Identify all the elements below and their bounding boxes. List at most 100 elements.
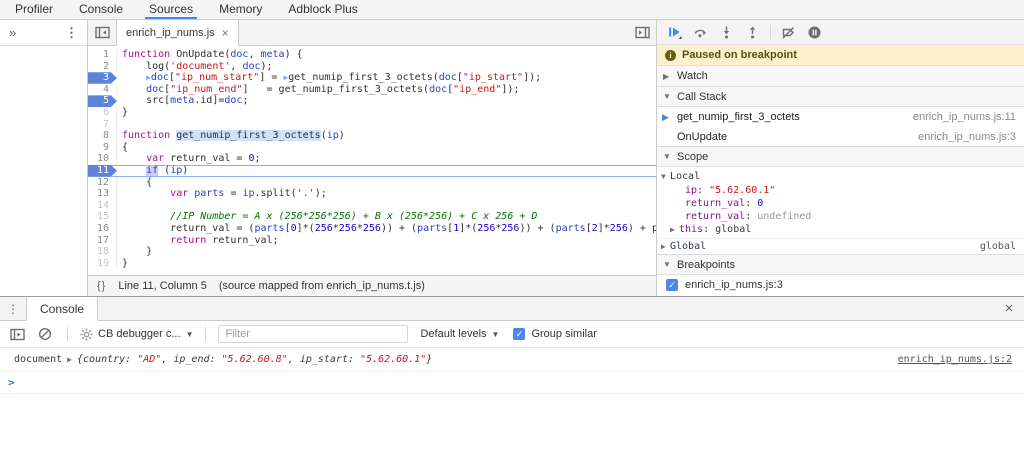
- console-filter-input[interactable]: [218, 325, 409, 343]
- line-number-5[interactable]: 5: [88, 95, 117, 107]
- breakpoint-location: enrich_ip_nums.js:3: [685, 279, 783, 291]
- line-content-14[interactable]: [117, 200, 656, 212]
- file-tab-enrich-ip-nums[interactable]: enrich_ip_nums.js ×: [116, 20, 239, 46]
- line-number-19[interactable]: 19: [88, 257, 117, 270]
- line-content-19[interactable]: }: [117, 258, 656, 270]
- scope-variable[interactable]: return_val: 0: [657, 197, 1024, 210]
- breakpoint-entry[interactable]: ✓ enrich_ip_nums.js:3: [657, 275, 1024, 294]
- more-tabs-icon[interactable]: »: [9, 25, 16, 40]
- sources-panel: » ⋮ enrich_ip_nums.js × 1 function OnUpd…: [0, 20, 1024, 296]
- line-content-12[interactable]: {: [117, 177, 656, 189]
- console-context-selector[interactable]: CB debugger c... ▼: [80, 328, 193, 341]
- line-content-18[interactable]: }: [117, 246, 656, 258]
- line-content-7[interactable]: [117, 119, 656, 131]
- file-tab-label: enrich_ip_nums.js: [126, 26, 215, 39]
- line-number-18[interactable]: 18: [88, 246, 117, 258]
- line-number-17[interactable]: 17: [88, 234, 117, 247]
- breakpoints-section-header[interactable]: ▼ Breakpoints: [657, 254, 1024, 275]
- call-stack-frame[interactable]: ▶ get_numip_first_3_octets enrich_ip_nums.…: [657, 107, 1024, 127]
- line-content-11[interactable]: if (ip): [117, 164, 656, 177]
- log-levels-dropdown[interactable]: Default levels ▼: [420, 328, 499, 340]
- console-drawer-tab[interactable]: Console: [26, 297, 99, 321]
- toggle-debugger-sidebar-button[interactable]: [628, 20, 656, 45]
- line-content-17[interactable]: return return_val;: [117, 235, 656, 247]
- scope-local-group[interactable]: ▼ Local: [657, 169, 1024, 184]
- scope-variable[interactable]: return_val: undefined: [657, 210, 1024, 223]
- clear-console-button[interactable]: [35, 324, 55, 344]
- line-number-12[interactable]: 12: [88, 176, 117, 189]
- line-content-10[interactable]: var return_val = 0;: [117, 153, 656, 165]
- navigator-menu-icon[interactable]: ⋮: [65, 25, 78, 41]
- scope-variable[interactable]: ip: "5.62.60.1": [657, 184, 1024, 197]
- step-over-button[interactable]: [688, 21, 713, 43]
- line-content-6[interactable]: }: [117, 107, 656, 119]
- main-tab-sources[interactable]: Sources: [136, 0, 206, 19]
- object-preview[interactable]: {country: "AD", ip_end: "5.62.60.8", ip_…: [77, 354, 432, 365]
- line-number-13[interactable]: 13: [88, 188, 117, 200]
- collapsed-arrow-icon[interactable]: ▶: [670, 225, 679, 234]
- resume-button[interactable]: [662, 21, 687, 43]
- line-number-6[interactable]: 6: [88, 106, 117, 119]
- deactivate-breakpoints-button[interactable]: [776, 21, 801, 43]
- frame-location[interactable]: enrich_ip_nums.js:3: [918, 131, 1016, 143]
- scope-section-header[interactable]: ▼ Scope: [657, 146, 1024, 167]
- main-tab-console[interactable]: Console: [66, 0, 136, 19]
- navigator-pane: » ⋮: [0, 20, 88, 296]
- line-number-1[interactable]: 1: [88, 49, 117, 61]
- line-number-4[interactable]: 4: [88, 83, 117, 96]
- line-content-2[interactable]: log('document', doc);: [117, 61, 656, 73]
- line-number-8[interactable]: 8: [88, 130, 117, 142]
- line-content-9[interactable]: {: [117, 142, 656, 154]
- toggle-navigator-button[interactable]: [88, 20, 116, 45]
- line-content-15[interactable]: //IP Number = A x (256*256*256) + B x (2…: [117, 211, 656, 223]
- expanded-arrow-icon[interactable]: ▼: [661, 172, 670, 181]
- checked-checkbox-icon[interactable]: ✓: [513, 328, 526, 340]
- line-content-1[interactable]: function OnUpdate(doc, meta) {: [117, 49, 656, 61]
- pause-on-exceptions-button[interactable]: [802, 21, 827, 43]
- line-number-16[interactable]: 16: [88, 222, 117, 235]
- line-number-9[interactable]: 9: [88, 141, 117, 154]
- checked-checkbox-icon[interactable]: ✓: [666, 279, 678, 291]
- console-messages: document ▶ {country: "AD", ip_end: "5.62.6…: [0, 348, 1024, 372]
- line-number-11[interactable]: 11: [88, 165, 117, 177]
- code-area[interactable]: 1 function OnUpdate(doc, meta) {2 log('do…: [88, 46, 656, 275]
- drawer-menu-icon[interactable]: ⋮: [0, 297, 26, 320]
- line-number-3[interactable]: 3: [88, 72, 117, 84]
- line-number-7[interactable]: 7: [88, 118, 117, 131]
- close-drawer-icon[interactable]: ×: [994, 297, 1024, 320]
- code-line-18: 18 }: [88, 246, 656, 258]
- main-tab-adblock-plus[interactable]: Adblock Plus: [275, 0, 370, 19]
- line-content-16[interactable]: return_val = (parts[0]*(256*256*256)) + …: [117, 223, 656, 235]
- line-content-13[interactable]: var parts = ip.split('.');: [117, 188, 656, 200]
- step-into-button[interactable]: [714, 21, 739, 43]
- main-tab-profiler[interactable]: Profiler: [2, 0, 66, 19]
- frame-location[interactable]: enrich_ip_nums.js:11: [913, 111, 1016, 123]
- toolbar-separator: [770, 25, 771, 39]
- line-number-10[interactable]: 10: [88, 153, 117, 165]
- expand-object-icon[interactable]: ▶: [67, 355, 72, 364]
- scope-variable[interactable]: ▶ this: global: [657, 223, 1024, 236]
- close-tab-icon[interactable]: ×: [222, 26, 229, 40]
- message-content: document ▶ {country: "AD", ip_end: "5.62.6…: [14, 354, 898, 365]
- console-prompt-row[interactable]: >: [0, 372, 1024, 394]
- line-number-14[interactable]: 14: [88, 199, 117, 212]
- line-content-5[interactable]: src[meta.id]=doc;: [117, 95, 656, 107]
- call-stack-section-header[interactable]: ▼ Call Stack: [657, 86, 1024, 107]
- line-content-3[interactable]: ▶doc["ip_num_start"] = ▶get_numip_first_…: [117, 72, 656, 84]
- message-source-link[interactable]: enrich_ip_nums.js:2: [898, 354, 1012, 365]
- collapsed-arrow-icon[interactable]: ▶: [661, 242, 670, 251]
- line-number-15[interactable]: 15: [88, 211, 117, 223]
- line-content-8[interactable]: function get_numip_first_3_octets(ip): [117, 130, 656, 142]
- line-number-2[interactable]: 2: [88, 60, 117, 73]
- scope-global-value: global: [979, 241, 1016, 252]
- line-content-4[interactable]: doc["ip_num_end"] = get_numip_first_3_oc…: [117, 84, 656, 96]
- pretty-print-icon[interactable]: {}: [97, 280, 106, 292]
- console-sidebar-button[interactable]: [7, 324, 27, 344]
- watch-section-header[interactable]: ▶ Watch: [657, 66, 1024, 87]
- step-out-button[interactable]: [740, 21, 765, 43]
- call-stack-frame[interactable]: OnUpdate enrich_ip_nums.js:3: [657, 127, 1024, 147]
- main-tab-memory[interactable]: Memory: [206, 0, 275, 19]
- cursor-position: Line 11, Column 5: [118, 280, 207, 292]
- group-similar-toggle[interactable]: ✓ Group similar: [513, 328, 597, 340]
- scope-global-group[interactable]: ▶ Global global: [657, 238, 1024, 254]
